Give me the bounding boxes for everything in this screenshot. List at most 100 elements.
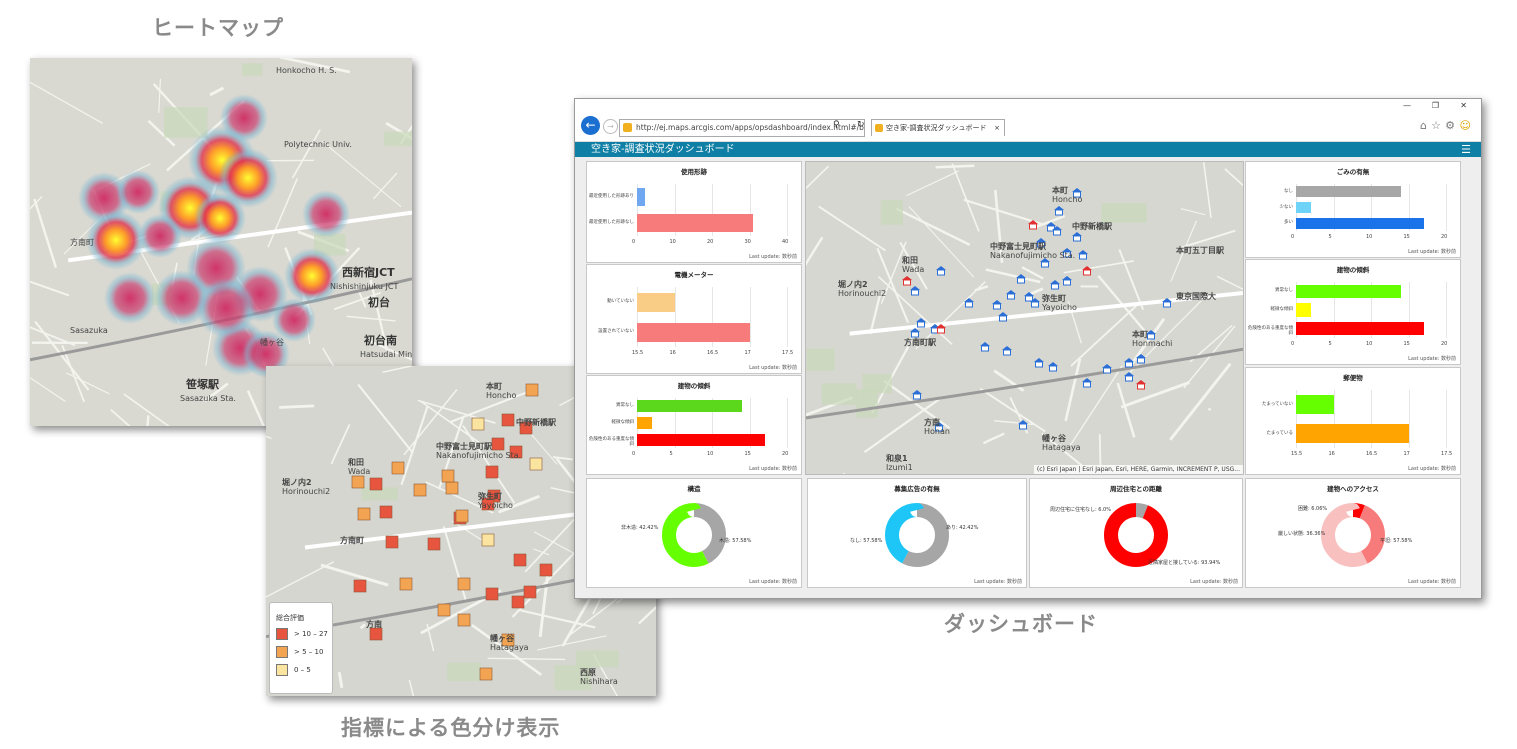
slice-label: なし: 57.58% bbox=[850, 538, 883, 544]
heatmap-caption: ヒートマップ bbox=[152, 16, 284, 40]
map-label: 方南町 bbox=[70, 238, 94, 247]
street bbox=[30, 280, 70, 297]
hamburger-icon[interactable]: ☰ bbox=[1461, 142, 1471, 157]
tick-label: 16 bbox=[1328, 451, 1335, 457]
house-body bbox=[913, 393, 921, 400]
house-body bbox=[1029, 223, 1037, 230]
grid-line bbox=[787, 398, 788, 448]
house-marker bbox=[980, 342, 990, 352]
gear-icon[interactable]: ⚙ bbox=[1445, 119, 1455, 132]
street bbox=[33, 198, 58, 269]
maximize-button[interactable]: ❐ bbox=[1432, 101, 1439, 110]
street bbox=[1116, 382, 1136, 438]
tick-label: 17 bbox=[1403, 451, 1410, 457]
street bbox=[536, 635, 607, 651]
legend-swatch bbox=[276, 664, 288, 676]
park-area bbox=[1101, 202, 1147, 223]
search-icon[interactable]: ⚲ bbox=[833, 120, 840, 130]
tick-label: 0 bbox=[632, 451, 636, 457]
house-body bbox=[911, 289, 919, 296]
house-marker bbox=[1136, 380, 1146, 390]
park-area bbox=[806, 348, 835, 371]
url-text: http://ej.maps.arcgis.com/apps/opsdashbo… bbox=[636, 123, 865, 132]
house-marker bbox=[1054, 206, 1064, 216]
back-icon[interactable]: ← bbox=[581, 116, 600, 135]
house-roof bbox=[992, 300, 1002, 304]
house-roof bbox=[1136, 380, 1146, 384]
street bbox=[330, 424, 351, 465]
minimize-button[interactable]: — bbox=[1403, 101, 1411, 110]
heat-spot bbox=[104, 272, 156, 324]
indicator-square bbox=[427, 537, 441, 551]
house-body bbox=[1053, 229, 1061, 236]
house-body bbox=[1017, 277, 1025, 284]
chart-title: 電機メーター bbox=[674, 271, 714, 279]
bar-category-label: 多い bbox=[1284, 220, 1293, 226]
indicator-square bbox=[441, 469, 455, 483]
street bbox=[566, 596, 620, 638]
map-label: 堀ノ内2 Horinouchi2 bbox=[838, 280, 887, 298]
bar bbox=[637, 400, 742, 413]
donut-chart bbox=[662, 503, 726, 567]
street bbox=[979, 387, 1046, 433]
home-icon[interactable]: ⌂ bbox=[1420, 119, 1427, 132]
house-body bbox=[1051, 283, 1059, 290]
star-icon[interactable]: ☆ bbox=[1431, 119, 1441, 132]
chart-card: 使用形跡 Last update: 数秒前 0 10 20 30 40 最近使用した形跡あり最… bbox=[586, 161, 802, 263]
house-roof bbox=[902, 276, 912, 280]
house-marker bbox=[1102, 364, 1112, 374]
browser-tab[interactable]: 空き家-調査状況ダッシュボード × bbox=[871, 119, 1005, 136]
indicator-square bbox=[485, 587, 499, 601]
slice-label: 平坦: 57.58% bbox=[1380, 538, 1413, 544]
park-area bbox=[241, 63, 263, 76]
house-roof bbox=[912, 390, 922, 394]
house-marker bbox=[1002, 346, 1012, 356]
street bbox=[1180, 208, 1206, 216]
legend-item: 0 – 5 bbox=[276, 661, 332, 679]
house-body bbox=[1035, 361, 1043, 368]
tick-label: 16.5 bbox=[1366, 451, 1378, 457]
map-label: 方南町駅 bbox=[904, 338, 936, 347]
house-marker bbox=[902, 276, 912, 286]
legend-title: 総合評価 bbox=[276, 614, 304, 622]
heat-spot bbox=[302, 190, 350, 238]
tick-label: 15 bbox=[1403, 341, 1410, 347]
refresh-icon[interactable]: ↻ bbox=[857, 120, 865, 130]
house-roof bbox=[1050, 280, 1060, 284]
map-label: 方南町 bbox=[340, 536, 364, 545]
heat-spot bbox=[138, 214, 182, 258]
chart-title: 建物の傾斜 bbox=[1336, 266, 1370, 274]
bar bbox=[1296, 321, 1424, 336]
last-update-label: Last update: 数秒前 bbox=[1408, 466, 1456, 472]
close-window-button[interactable]: ✕ bbox=[1460, 101, 1467, 110]
house-roof bbox=[1048, 362, 1058, 366]
choropleth-caption: 指標による色分け表示 bbox=[341, 716, 561, 740]
house-marker bbox=[1072, 232, 1082, 242]
address-bar[interactable]: http://ej.maps.arcgis.com/apps/opsdashbo… bbox=[619, 119, 865, 137]
indicator-square bbox=[391, 461, 405, 475]
smiley-icon[interactable]: ☺ bbox=[1460, 119, 1471, 132]
map-label: Sasazuka bbox=[70, 326, 108, 335]
grid-line bbox=[1446, 282, 1447, 338]
browser-toolbar: — ❐ ✕ ← → http://ej.maps.arcgis.com/apps… bbox=[575, 99, 1481, 142]
tab-title: 空き家-調査状況ダッシュボード bbox=[886, 124, 987, 132]
slice-label: 厳しい状態: 36.36% bbox=[1278, 531, 1326, 537]
forward-icon[interactable]: → bbox=[603, 119, 618, 134]
house-body bbox=[1125, 361, 1133, 368]
house-marker bbox=[1124, 358, 1134, 368]
tick-label: 0 bbox=[1291, 341, 1295, 347]
indicator-square bbox=[445, 481, 459, 495]
house-body bbox=[1019, 423, 1027, 430]
street bbox=[487, 657, 566, 661]
house-body bbox=[1003, 349, 1011, 356]
park-area bbox=[447, 662, 482, 682]
grid-line bbox=[1446, 184, 1447, 231]
app-title-bar: 空き家-調査状況ダッシュボード ☰ bbox=[575, 142, 1481, 157]
chart-card: 郵便物 Last update: 数秒前 15.5 16 16.5 17 17.5 たまってい… bbox=[1245, 367, 1461, 475]
slice-label: 非木造: 42.42% bbox=[621, 525, 659, 531]
slice-label: 近隣家屋と接している: 93.94% bbox=[1148, 560, 1221, 566]
map-label: 幡ヶ谷 Hatagaya bbox=[1042, 434, 1081, 452]
street bbox=[1098, 434, 1102, 466]
dashboard-map[interactable]: 本町 Honcho 中野新橋駅 中野富士見町駅 Nakanofujimicho St… bbox=[805, 161, 1244, 475]
close-tab-icon[interactable]: × bbox=[994, 120, 1000, 136]
